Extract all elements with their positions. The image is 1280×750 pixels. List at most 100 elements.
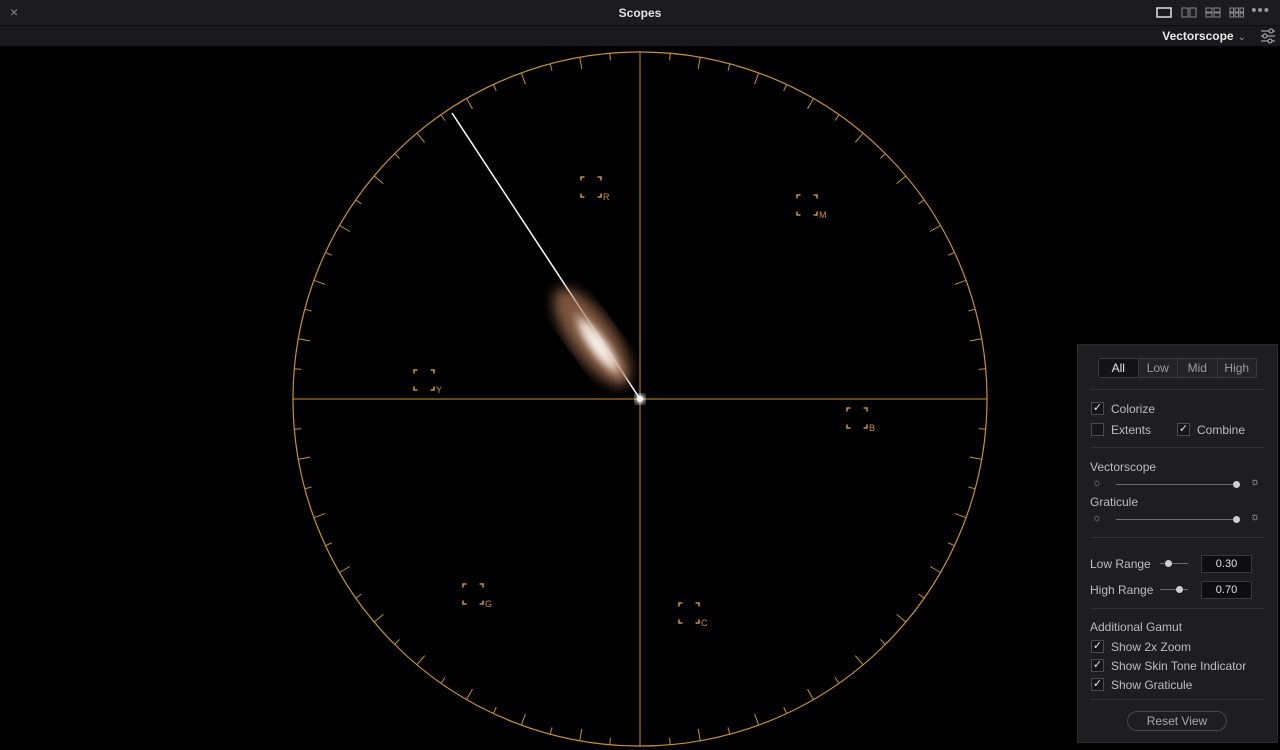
graticule-tick — [339, 225, 351, 232]
graticule-brightness-label: Graticule — [1090, 495, 1139, 509]
graticule-tick — [520, 713, 526, 726]
scope-settings-panel: All Low Mid High ✓ Colorize Extents ✓ Co… — [1077, 344, 1278, 743]
target-bracket — [796, 194, 818, 216]
low-range-label: Low Range — [1090, 557, 1151, 571]
target-label: G — [485, 599, 492, 609]
target-y: Y — [413, 369, 442, 395]
high-range-handle[interactable] — [1176, 586, 1183, 593]
graticule-tick — [298, 456, 311, 460]
graticule-tick — [969, 338, 982, 342]
target-c: C — [678, 602, 708, 628]
graticule-tick — [727, 727, 731, 735]
graticule-tick — [339, 566, 351, 573]
combine-label: Combine — [1197, 423, 1246, 437]
graticule-tick — [947, 251, 955, 256]
graticule-tick — [609, 53, 611, 61]
graticule-tick — [416, 132, 426, 143]
graticule-tick — [954, 513, 967, 519]
vectorscope-signal — [451, 112, 645, 404]
graticule-tick — [978, 368, 986, 370]
scope-type-dropdown[interactable]: Vectorscope ⌄ — [1162, 29, 1246, 43]
graticule-tick — [373, 175, 384, 185]
graticule-brightness-handle[interactable] — [1233, 516, 1240, 523]
low-range-handle[interactable] — [1165, 560, 1172, 567]
combine-checkbox[interactable]: ✓ — [1177, 423, 1190, 436]
graticule-tick — [466, 98, 473, 110]
target-r: R — [580, 176, 610, 202]
range-tab-low[interactable]: Low — [1139, 359, 1178, 377]
target-bracket — [678, 602, 700, 624]
target-g: G — [462, 583, 492, 609]
graticule-tick — [978, 428, 986, 430]
low-range-value[interactable]: 0.30 — [1201, 555, 1252, 573]
graticule-tick — [968, 308, 976, 312]
divider — [1090, 537, 1264, 538]
color-targets: R M Y B G C — [413, 176, 875, 628]
show-skin-tone-checkbox[interactable]: ✓ — [1091, 659, 1104, 672]
graticule-tick — [929, 225, 941, 232]
vectorscope-brightness-handle[interactable] — [1233, 481, 1240, 488]
graticule-tick — [304, 486, 312, 490]
target-label: M — [819, 210, 827, 220]
divider — [1090, 699, 1264, 700]
graticule-tick — [807, 98, 814, 110]
graticule-tick — [947, 542, 955, 547]
bright-sun-icon: ☼ — [1250, 511, 1261, 523]
target-b: B — [846, 407, 875, 433]
high-range-value[interactable]: 0.70 — [1201, 581, 1252, 599]
graticule-tick — [609, 737, 611, 745]
divider — [1090, 389, 1264, 390]
more-options-icon[interactable]: ••• — [1251, 2, 1270, 19]
range-tab-mid[interactable]: Mid — [1178, 359, 1218, 377]
graticule-tick — [466, 688, 473, 700]
graticule-tick — [304, 308, 312, 312]
target-label: R — [603, 192, 610, 202]
quad-view-layout-icon[interactable] — [1205, 7, 1221, 18]
show-2x-zoom-label: Show 2x Zoom — [1111, 640, 1192, 654]
reset-view-button[interactable]: Reset View — [1127, 711, 1227, 731]
range-tab-high[interactable]: High — [1218, 359, 1257, 377]
graticule-tick — [579, 57, 583, 70]
graticule-tick — [416, 655, 426, 666]
graticule-tick — [754, 72, 760, 85]
graticule-tick — [669, 53, 671, 61]
graticule-tick — [783, 706, 788, 714]
graticule-brightness-slider[interactable] — [1116, 519, 1239, 520]
graticule-tick — [440, 114, 446, 121]
show-graticule-label: Show Graticule — [1111, 678, 1193, 692]
graticule-tick — [669, 737, 671, 745]
high-range-slider[interactable] — [1160, 589, 1188, 590]
graticule-tick — [807, 688, 814, 700]
graticule-tick — [697, 728, 701, 741]
chevron-down-icon: ⌄ — [1237, 32, 1246, 43]
scope-type-label: Vectorscope — [1162, 29, 1234, 43]
single-view-layout-icon[interactable] — [1156, 7, 1172, 18]
show-skin-tone-label: Show Skin Tone Indicator — [1111, 659, 1247, 673]
target-bracket — [846, 407, 868, 429]
graticule-tick — [896, 613, 907, 623]
scope-settings-icon[interactable] — [1260, 28, 1276, 44]
vectorscope-brightness-slider[interactable] — [1116, 484, 1239, 485]
graticule-tick — [834, 114, 840, 121]
additional-gamut-label[interactable]: Additional Gamut — [1090, 620, 1182, 634]
target-bracket — [580, 176, 602, 198]
graticule-tick — [492, 706, 497, 714]
range-tab-all[interactable]: All — [1099, 359, 1139, 377]
show-2x-zoom-checkbox[interactable]: ✓ — [1091, 640, 1104, 653]
extents-checkbox[interactable] — [1091, 423, 1104, 436]
graticule-tick — [969, 456, 982, 460]
graticule-tick — [854, 655, 864, 666]
grid-view-layout-icon[interactable] — [1229, 7, 1245, 18]
show-graticule-checkbox[interactable]: ✓ — [1091, 678, 1104, 691]
divider — [1090, 447, 1264, 448]
graticule-tick — [783, 84, 788, 92]
high-range-label: High Range — [1090, 583, 1154, 597]
graticule-tick — [929, 566, 941, 573]
graticule-tick — [313, 513, 326, 519]
graticule-tick — [697, 57, 701, 70]
dual-view-layout-icon[interactable] — [1181, 7, 1197, 18]
bright-sun-icon: ☼ — [1250, 476, 1261, 488]
dim-sun-icon: ☼ — [1092, 477, 1103, 489]
graticule-tick — [880, 639, 886, 645]
colorize-checkbox[interactable]: ✓ — [1091, 402, 1104, 415]
